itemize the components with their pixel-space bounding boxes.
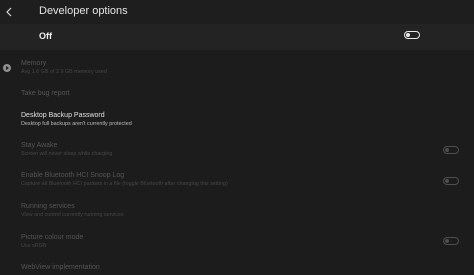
- setting-picture-colour-mode[interactable]: Picture colour mode Use sRGB: [21, 233, 83, 250]
- toggle-knob: [445, 239, 449, 243]
- setting-running-services[interactable]: Running services View and control curren…: [21, 202, 124, 219]
- setting-stay-awake-title: Stay Awake: [21, 142, 58, 149]
- setting-stay-awake[interactable]: Stay Awake Screen will never sleep while…: [21, 141, 112, 158]
- setting-bug-report-title: Take bug report: [21, 90, 70, 97]
- app-bar: Developer options: [0, 0, 474, 24]
- setting-hci-snoop-subtitle: Capture all Bluetooth HCI packets in a f…: [21, 181, 228, 187]
- setting-running-services-title: Running services: [21, 203, 75, 210]
- toggle-knob: [445, 179, 449, 183]
- colour-mode-toggle[interactable]: [443, 237, 459, 245]
- setting-desktop-backup-password[interactable]: Desktop Backup Password Desktop full bac…: [21, 111, 132, 128]
- setting-memory-title: Memory: [21, 60, 47, 67]
- hci-snoop-toggle[interactable]: [443, 177, 459, 185]
- toggle-knob: [445, 148, 449, 152]
- setting-backup-password-subtitle: Desktop full backups aren't currently pr…: [21, 121, 132, 127]
- setting-stay-awake-subtitle: Screen will never sleep while charging: [21, 151, 113, 157]
- setting-hci-snoop-title: Enable Bluetooth HCI Snoop Log: [21, 172, 125, 179]
- master-toggle[interactable]: [404, 31, 420, 39]
- setting-webview-implementation[interactable]: WebView implementation: [21, 263, 100, 272]
- setting-take-bug-report[interactable]: Take bug report: [21, 89, 70, 98]
- setting-colour-mode-title: Picture colour mode: [21, 234, 84, 241]
- chevron-left-icon: [6, 7, 12, 17]
- setting-bluetooth-hci-snoop-log[interactable]: Enable Bluetooth HCI Snoop Log Capture a…: [21, 171, 228, 188]
- info-circle-icon: [3, 64, 11, 72]
- setting-backup-password-title: Desktop Backup Password: [21, 112, 105, 119]
- toggle-knob: [406, 33, 410, 37]
- back-button[interactable]: [3, 4, 15, 20]
- setting-memory[interactable]: Memory Avg 1.6 GB of 2.9 GB memory used: [21, 59, 107, 76]
- page-title: Developer options: [39, 5, 128, 17]
- stay-awake-toggle[interactable]: [443, 146, 459, 154]
- master-switch-label: Off: [39, 31, 52, 41]
- setting-colour-mode-subtitle: Use sRGB: [21, 243, 47, 249]
- developer-options-master-row[interactable]: Off: [0, 24, 474, 50]
- setting-running-services-subtitle: View and control currently running servi…: [21, 212, 124, 218]
- setting-memory-subtitle: Avg 1.6 GB of 2.9 GB memory used: [21, 69, 107, 75]
- setting-webview-title: WebView implementation: [21, 264, 100, 271]
